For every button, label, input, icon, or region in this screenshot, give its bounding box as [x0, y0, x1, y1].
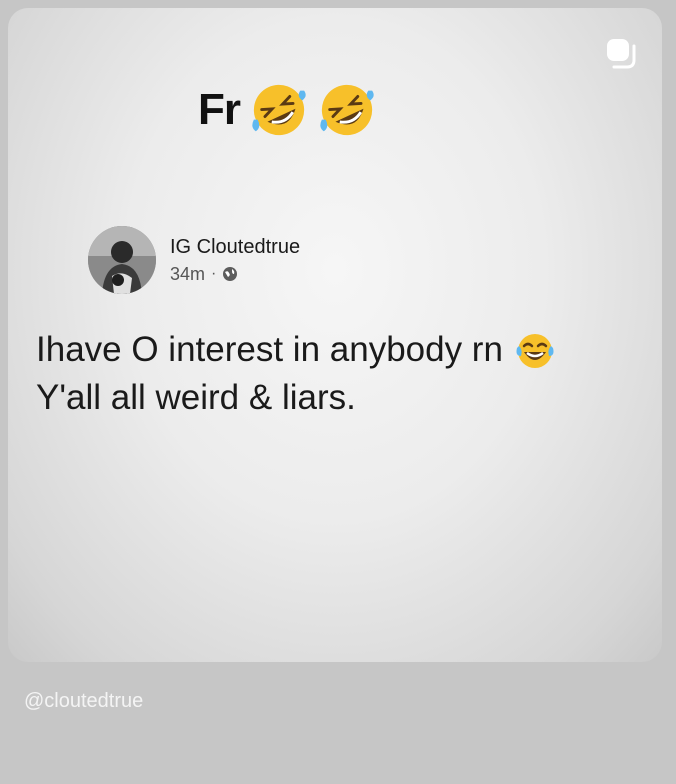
post-body: Ihave O interest in anybody rn Y'all all…	[36, 326, 656, 422]
post-card: Fr IG Cloutedtrue 34m · Ihave O interest…	[8, 8, 662, 662]
post-line-2: Y'all all weird & liars.	[36, 374, 656, 422]
rolling-on-floor-laughing-emoji-icon	[320, 84, 374, 136]
tears-of-joy-emoji-icon	[516, 334, 554, 368]
post-meta: IG Cloutedtrue 34m ·	[170, 234, 300, 286]
rolling-on-floor-laughing-emoji-icon	[252, 84, 306, 136]
separator-dot: ·	[211, 265, 217, 282]
post-time: 34m	[170, 264, 206, 284]
story-screen: Fr IG Cloutedtrue 34m · Ihave O interest…	[0, 0, 676, 784]
post-text-line-2: Y'all all weird & liars.	[36, 378, 356, 417]
author-name[interactable]: IG Cloutedtrue	[170, 234, 300, 260]
post-time-row: 34m ·	[170, 262, 300, 286]
post-header: IG Cloutedtrue 34m ·	[88, 226, 300, 294]
repost-icon[interactable]	[604, 36, 638, 70]
avatar[interactable]	[88, 226, 156, 294]
story-handle[interactable]: @cloutedtrue	[24, 690, 143, 713]
post-line-1: Ihave O interest in anybody rn	[36, 326, 656, 374]
globe-icon	[223, 267, 238, 281]
story-caption: Fr	[198, 78, 376, 142]
caption-text: Fr	[198, 85, 241, 134]
post-text-line-1: Ihave O interest in anybody rn	[36, 330, 503, 369]
